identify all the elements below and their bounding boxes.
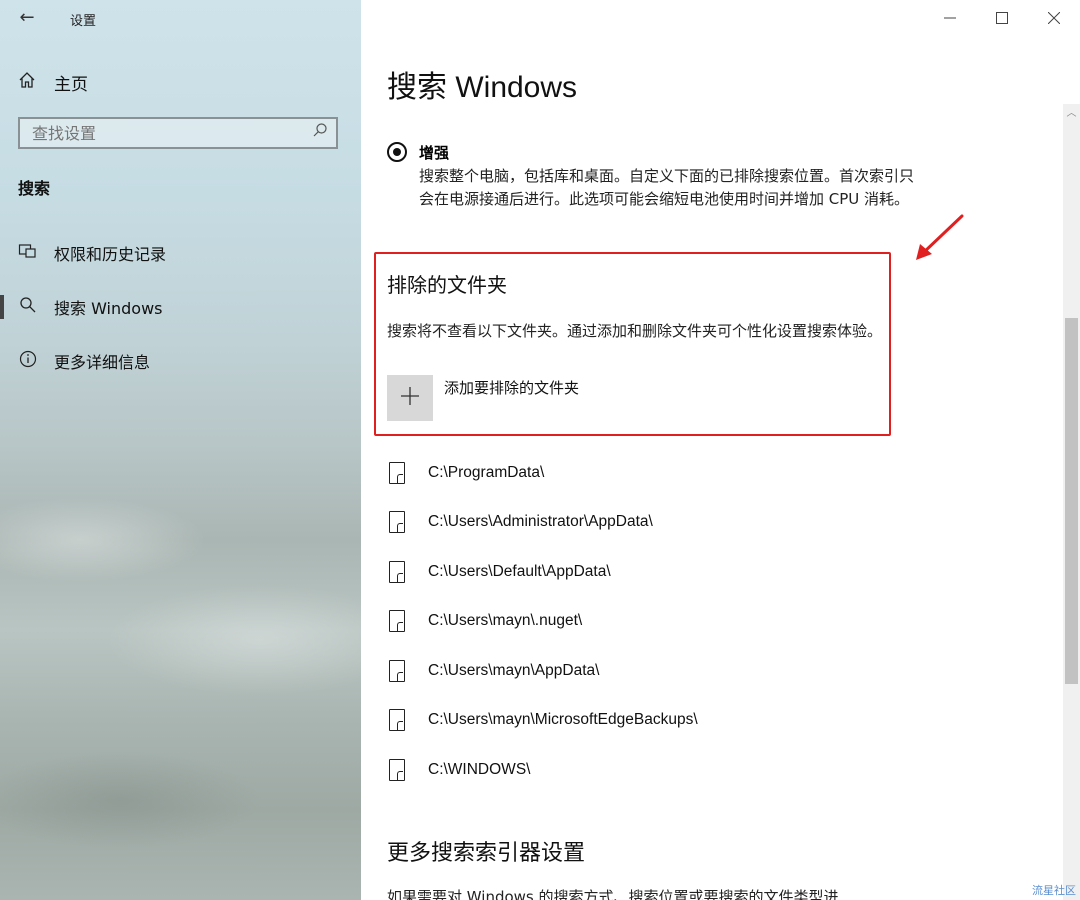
folder-icon	[389, 462, 405, 484]
enhanced-radio[interactable]	[387, 142, 407, 162]
permissions-icon	[16, 242, 40, 264]
folder-path: C:\Users\Administrator\AppData\	[428, 513, 653, 530]
folder-path: C:\WINDOWS\	[428, 761, 531, 778]
sidebar-section-heading: 搜索	[18, 179, 51, 198]
more-indexer-settings-title: 更多搜索索引器设置	[387, 841, 586, 866]
excluded-folders-description: 搜索将不查看以下文件夹。通过添加和删除文件夹可个性化设置搜索体验。	[387, 322, 883, 340]
folder-path: C:\Users\mayn\MicrosoftEdgeBackups\	[428, 711, 698, 728]
main-content: 搜索 Windows 增强 搜索整个电脑，包括库和桌面。自定义下面的已排除搜索位…	[361, 0, 1080, 900]
folder-icon	[389, 759, 405, 781]
home-label: 主页	[54, 74, 88, 95]
folder-icon	[389, 511, 405, 533]
arrow-left-icon: ←	[19, 7, 35, 28]
folder-path: C:\Users\Default\AppData\	[428, 563, 611, 580]
excluded-folder-item[interactable]: C:\Users\mayn\AppData\	[387, 657, 987, 687]
excluded-folder-item[interactable]: C:\Users\Administrator\AppData\	[387, 508, 987, 538]
excluded-folder-item[interactable]: C:\Users\mayn\MicrosoftEdgeBackups\	[387, 706, 987, 736]
scroll-up-icon[interactable]: ︿	[1063, 104, 1080, 124]
add-excluded-folder-label[interactable]: 添加要排除的文件夹	[444, 377, 579, 398]
info-icon	[16, 350, 40, 372]
window-controls	[924, 0, 1080, 36]
close-button[interactable]	[1028, 0, 1080, 36]
sidebar-item-home[interactable]: 主页	[18, 68, 88, 96]
folder-path: C:\Users\mayn\AppData\	[428, 662, 600, 679]
plus-icon	[400, 383, 420, 413]
search-icon[interactable]	[312, 122, 328, 142]
settings-search-box[interactable]	[18, 117, 338, 149]
minimize-button[interactable]	[924, 0, 976, 36]
add-excluded-folder-button[interactable]	[387, 375, 433, 421]
minimize-icon	[944, 9, 956, 28]
vertical-scrollbar[interactable]: ︿	[1063, 104, 1080, 900]
settings-search-input[interactable]	[20, 119, 302, 147]
search-icon	[16, 296, 40, 318]
app-title: 设置	[70, 14, 97, 29]
annotation-arrow-icon	[914, 214, 964, 262]
folder-icon	[389, 561, 405, 583]
folder-path: C:\Users\mayn\.nuget\	[428, 612, 583, 629]
page-title: 搜索 Windows	[387, 71, 578, 104]
close-icon	[1047, 9, 1061, 28]
back-button[interactable]: ←	[14, 6, 40, 30]
excluded-folder-item[interactable]: C:\ProgramData\	[387, 459, 987, 489]
more-indexer-settings-description: 如果需要对 Windows 的搜索方式、搜索位置或要搜索的文件类型进	[387, 888, 839, 900]
maximize-icon	[996, 9, 1008, 28]
selection-indicator	[0, 295, 4, 319]
folder-icon	[389, 660, 405, 682]
sidebar: ← 设置 主页 搜索 权限和历史记录 搜索 Windows 更多详细信息	[0, 0, 361, 900]
folder-icon	[389, 610, 405, 632]
enhanced-description: 搜索整个电脑，包括库和桌面。自定义下面的已排除搜索位置。首次索引只会在电源接通后…	[419, 167, 915, 208]
maximize-button[interactable]	[976, 0, 1028, 36]
sidebar-item-more-details[interactable]: 更多详细信息	[0, 344, 361, 378]
sidebar-item-search-windows[interactable]: 搜索 Windows	[0, 290, 361, 324]
sidebar-item-permissions[interactable]: 权限和历史记录	[0, 236, 361, 270]
scrollbar-thumb[interactable]	[1065, 318, 1078, 684]
folder-path: C:\ProgramData\	[428, 464, 545, 481]
sidebar-item-label: 搜索 Windows	[54, 299, 163, 318]
home-icon	[18, 71, 40, 94]
title-bar: ← 设置	[0, 0, 361, 36]
excluded-folder-item[interactable]: C:\Users\Default\AppData\	[387, 558, 987, 588]
watermark: 流星社区	[1032, 884, 1076, 897]
enhanced-label[interactable]: 增强	[419, 142, 449, 163]
excluded-folder-item[interactable]: C:\WINDOWS\	[387, 756, 987, 786]
folder-icon	[389, 709, 405, 731]
sidebar-item-label: 更多详细信息	[54, 353, 151, 372]
sidebar-item-label: 权限和历史记录	[54, 245, 167, 264]
excluded-folders-title: 排除的文件夹	[387, 273, 507, 297]
excluded-folder-item[interactable]: C:\Users\mayn\.nuget\	[387, 607, 987, 637]
